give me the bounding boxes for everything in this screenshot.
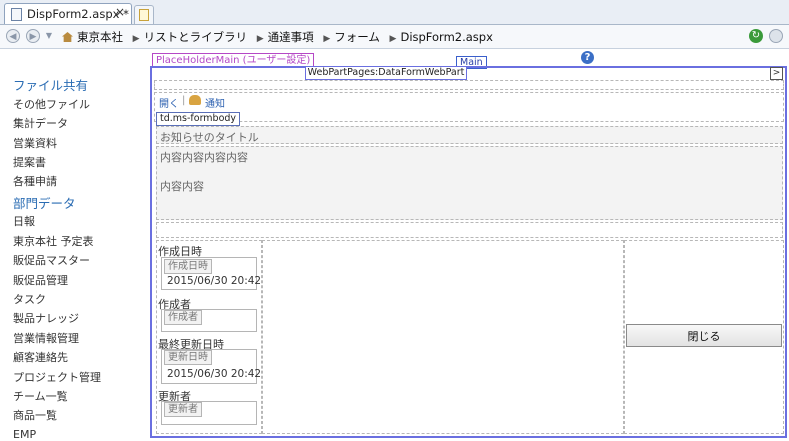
- sidebar-item[interactable]: 顧客連絡先: [13, 349, 68, 365]
- sidebar-item[interactable]: タスク: [13, 291, 46, 307]
- editor-field-tag[interactable]: 更新者: [164, 402, 202, 417]
- author-field-tag[interactable]: 作成者: [164, 310, 202, 325]
- sidebar-item[interactable]: 日報: [13, 213, 35, 229]
- sidebar-item[interactable]: プロジェクト管理: [13, 369, 101, 385]
- sidebar-item[interactable]: 営業情報管理: [13, 330, 79, 346]
- sidebar-item[interactable]: 営業資料: [13, 135, 57, 151]
- title-placeholder[interactable]: お知らせのタイトル: [160, 129, 259, 145]
- sidebar-item[interactable]: チーム一覧: [13, 388, 68, 404]
- body-cell: [156, 146, 783, 220]
- sidebar-item[interactable]: その他ファイル: [13, 96, 90, 112]
- crumb-file[interactable]: DispForm2.aspx: [400, 30, 492, 44]
- crumb-separator: ▶: [323, 34, 331, 44]
- webpart-tag[interactable]: WebPartPages:DataFormWebPart: [305, 66, 467, 80]
- sidebar-item[interactable]: 販促品管理: [13, 272, 68, 288]
- formbody-tag[interactable]: td.ms-formbody: [156, 112, 241, 126]
- sidebar-item[interactable]: 商品一覧: [13, 407, 57, 423]
- breadcrumb-bar: ◀ ▶ ▼ 東京本社 ▶ リストとライブラリ ▶ 通達事項 ▶ フォーム ▶ DispF…: [0, 25, 789, 49]
- created-value: 2015/06/30 20:42: [167, 275, 262, 287]
- aspx-file-icon: [11, 8, 22, 21]
- sidebar-item[interactable]: 販促品マスター: [13, 252, 90, 268]
- toolbar-zone: [154, 92, 784, 122]
- body-line-1[interactable]: 内容内容内容内容: [160, 149, 248, 165]
- alert-icon: [189, 95, 201, 105]
- sidebar-item[interactable]: 東京本社 予定表: [13, 233, 94, 249]
- crumb-separator: ▶: [389, 34, 397, 44]
- crumb-lists[interactable]: リストとライブラリ: [144, 30, 248, 44]
- crumb-forms[interactable]: フォーム: [334, 30, 380, 44]
- history-dropdown-icon[interactable]: ▼: [44, 29, 54, 43]
- toolbar-separator: |: [182, 95, 186, 106]
- close-tab-icon[interactable]: ×: [115, 5, 125, 19]
- sidebar-item[interactable]: 各種申請: [13, 173, 57, 189]
- body-line-2[interactable]: 内容内容: [160, 178, 204, 194]
- new-tab-icon: [139, 9, 149, 21]
- sidebar-item[interactable]: EMP: [13, 428, 36, 441]
- home-icon: [62, 32, 73, 42]
- sidebar-item[interactable]: 集計データ: [13, 115, 68, 131]
- crumb-separator: ▶: [256, 34, 264, 44]
- back-button[interactable]: ◀: [6, 29, 20, 43]
- webpart-header-zone: [154, 80, 784, 90]
- spacer-cell: [156, 222, 783, 238]
- refresh-icon[interactable]: ↻: [749, 29, 763, 43]
- forward-button[interactable]: ▶: [26, 29, 40, 43]
- open-link[interactable]: 開く: [159, 95, 179, 110]
- sidebar-heading[interactable]: 部門データ: [13, 193, 76, 212]
- sidebar-item[interactable]: 製品ナレッジ: [13, 310, 79, 326]
- close-button[interactable]: 閉じる: [626, 324, 782, 347]
- modified-field-tag[interactable]: 更新日時: [164, 350, 212, 365]
- webpart-menu-button[interactable]: >: [770, 67, 783, 80]
- tab-title: DispForm2.aspx *: [27, 7, 129, 21]
- breadcrumb: 東京本社 ▶ リストとライブラリ ▶ 通達事項 ▶ フォーム ▶ DispForm2.a…: [62, 29, 497, 45]
- tab-dispform2[interactable]: DispForm2.aspx * ×: [4, 3, 132, 24]
- crumb-site[interactable]: 東京本社: [77, 30, 123, 44]
- crumb-separator: ▶: [132, 34, 140, 44]
- nav-options-icon[interactable]: [769, 29, 783, 43]
- sidebar-item[interactable]: 提案書: [13, 154, 46, 170]
- crumb-list[interactable]: 通達事項: [268, 30, 314, 44]
- alert-link[interactable]: 通知: [205, 95, 225, 110]
- created-field-tag[interactable]: 作成日時: [164, 259, 212, 274]
- sidebar-heading[interactable]: ファイル共有: [13, 75, 88, 94]
- middle-column: [262, 240, 624, 434]
- help-icon[interactable]: ?: [581, 51, 594, 64]
- tab-new[interactable]: [134, 5, 154, 24]
- modified-value: 2015/06/30 20:42: [167, 368, 262, 380]
